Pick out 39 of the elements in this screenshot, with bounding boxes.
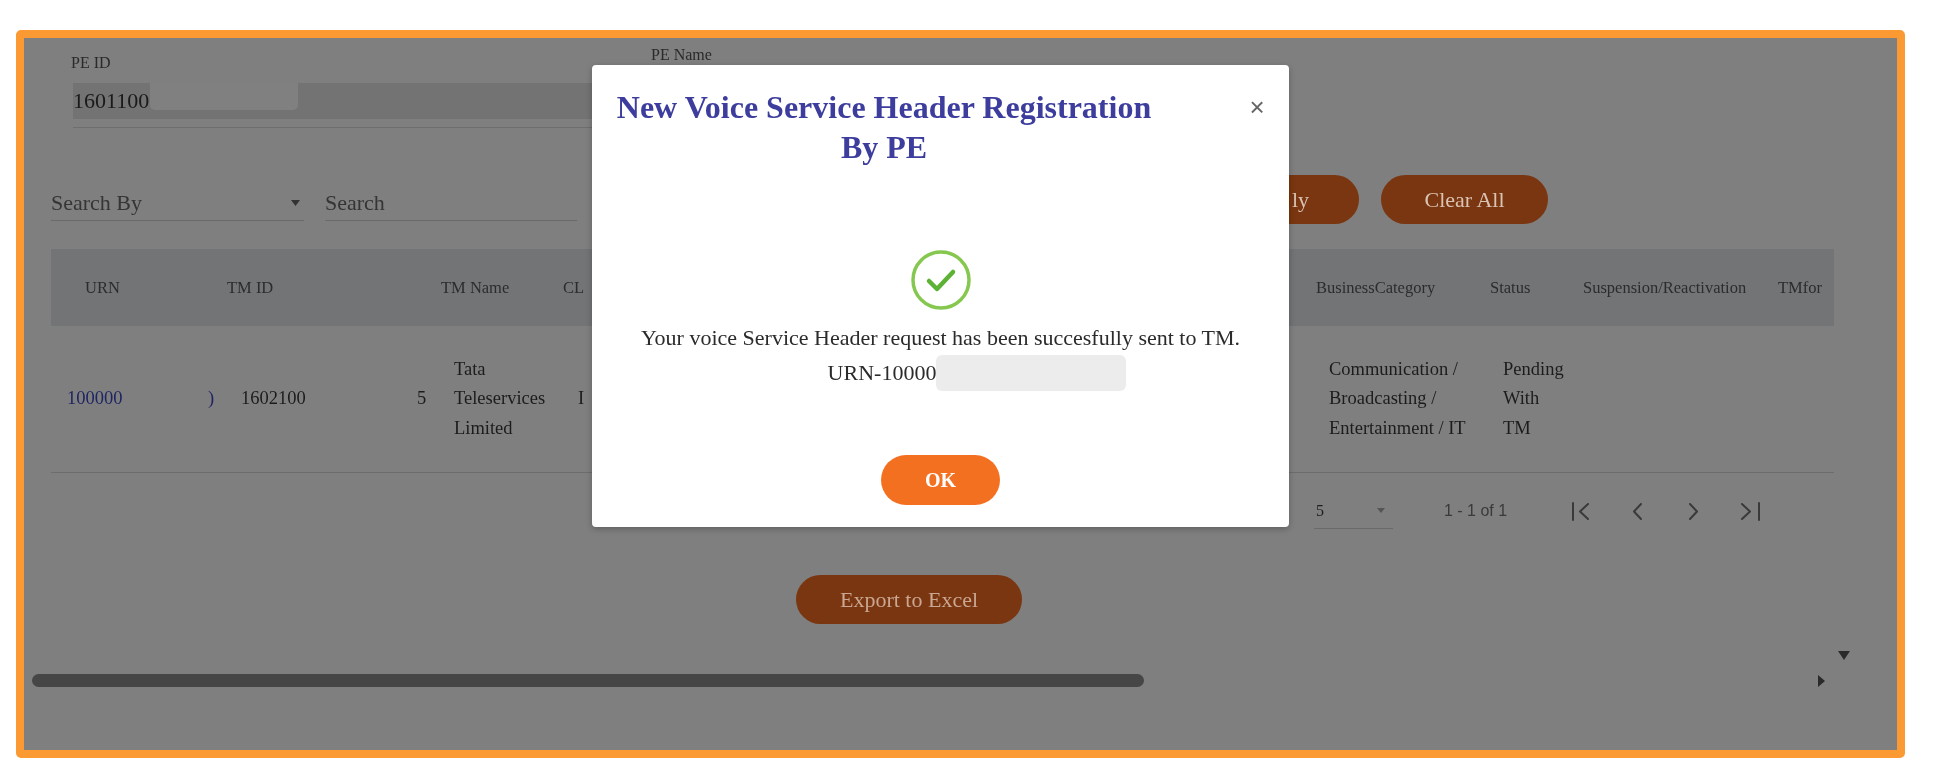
table-cell-text: Pending With TM [1503, 357, 1565, 440]
table-cell-text: Communication / Broadcasting / Entertainment / IT [1329, 357, 1467, 440]
column-header[interactable]: Status [1490, 277, 1531, 297]
scrollbar-thumb[interactable] [32, 674, 1144, 687]
page-size-select[interactable]: 5 [1314, 493, 1393, 529]
ok-button[interactable]: OK [881, 455, 1000, 505]
scroll-right-icon[interactable] [1818, 674, 1825, 687]
column-header[interactable]: TM ID [227, 277, 274, 297]
urn-link[interactable]: ) [208, 384, 215, 414]
column-header[interactable]: TMfor [1778, 277, 1822, 297]
dialog-title: New Voice Service Header Registration By PE [615, 88, 1153, 167]
search-by-select[interactable]: Search By [51, 185, 304, 221]
table-cell-text: 5 [417, 387, 427, 411]
last-page-icon[interactable] [1738, 501, 1762, 521]
export-button[interactable]: Export to Excel [796, 575, 1022, 624]
close-button[interactable]: × [1245, 87, 1269, 127]
column-header[interactable]: TM Name [441, 277, 510, 297]
dialog-message: Your voice Service Header request has been succesfully sent to TM. [640, 324, 1241, 352]
previous-page-icon[interactable] [1630, 501, 1645, 521]
reference-text: URN-10000 [827, 360, 937, 386]
success-check-icon [910, 250, 971, 310]
column-header[interactable]: BusinessCategory [1316, 277, 1436, 297]
next-page-icon[interactable] [1686, 501, 1701, 521]
caret-icon [291, 199, 300, 206]
table-cell: 1602100 [241, 388, 306, 409]
urn-link[interactable]: 100000 [67, 388, 123, 409]
caret-icon [1377, 508, 1385, 513]
search-field[interactable]: Search [325, 185, 577, 221]
clear-all-button[interactable]: Clear All [1381, 175, 1548, 224]
apply-button[interactable]: ly [1289, 175, 1359, 224]
page-range: 1 - 1 of 1 [1444, 502, 1508, 520]
column-header[interactable]: URN [85, 277, 120, 297]
scroll-down-icon[interactable] [1838, 651, 1850, 660]
field-label: PE ID [71, 53, 111, 73]
column-header[interactable]: Suspension/Reactivation [1583, 277, 1747, 297]
field-label: PE Name [651, 47, 712, 63]
table-cell-text: I [578, 387, 585, 411]
table-cell-text: Tata Teleservices Limited [454, 357, 547, 440]
column-header[interactable]: CL [563, 277, 585, 297]
